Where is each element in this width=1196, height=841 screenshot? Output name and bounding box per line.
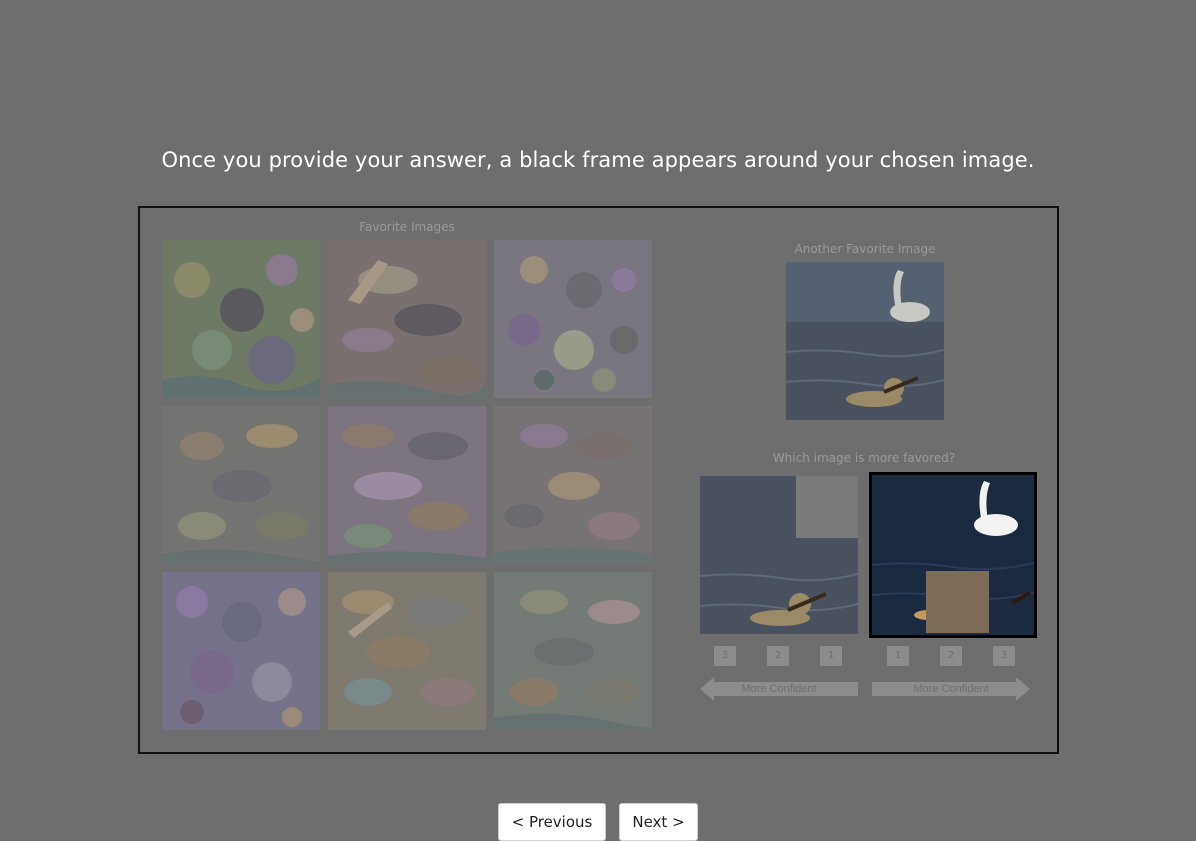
favorite-image [162, 406, 320, 564]
favorite-image [328, 572, 486, 730]
question-label: Which image is more favored? [772, 451, 956, 465]
next-button[interactable]: Next > [619, 803, 698, 841]
favorite-image [162, 240, 320, 398]
favorite-image [162, 572, 320, 730]
favorite-image [328, 406, 486, 564]
left-confidence-arrow: More Confident [700, 677, 858, 701]
left-confidence-button-3[interactable]: 3 [714, 646, 736, 666]
right-option-occluder [926, 571, 989, 633]
favorite-image [328, 240, 486, 398]
another-favorite-label: Another Favorite Image [794, 242, 936, 256]
task-panel: Favorite Images Another Favorite Image W… [138, 206, 1059, 754]
right-confidence-arrow: More Confident [872, 677, 1030, 701]
left-option-occluder [796, 476, 858, 538]
favorite-image [494, 572, 652, 730]
right-confidence-button-3[interactable]: 3 [993, 646, 1015, 666]
previous-button[interactable]: < Previous [498, 803, 606, 841]
favorite-image [494, 406, 652, 564]
left-arrow-label: More Confident [741, 683, 817, 695]
favorite-images-grid [162, 240, 652, 730]
right-arrow-label: More Confident [913, 683, 989, 695]
favorite-image [494, 240, 652, 398]
another-favorite-image [786, 262, 944, 420]
right-confidence-button-1[interactable]: 1 [887, 646, 909, 666]
favorite-images-label: Favorite Images [359, 220, 455, 234]
left-confidence-button-2[interactable]: 2 [767, 646, 789, 666]
right-confidence-button-2[interactable]: 2 [940, 646, 962, 666]
instruction-text: Once you provide your answer, a black fr… [161, 148, 1035, 172]
left-confidence-button-1[interactable]: 1 [820, 646, 842, 666]
